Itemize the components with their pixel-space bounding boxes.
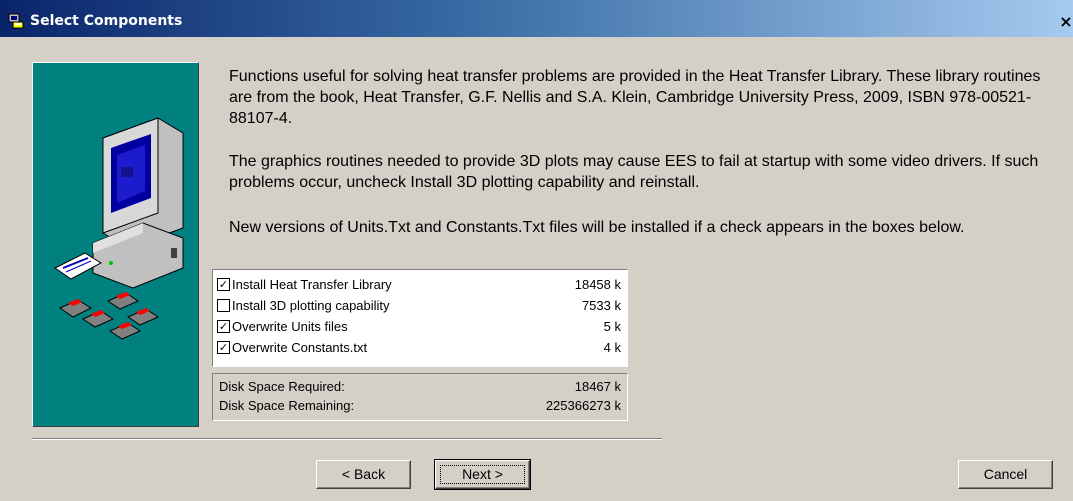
focus-ring (440, 465, 525, 484)
component-size: 18458 k (574, 277, 621, 292)
installer-dialog: Select Components × Functions useful for… (0, 0, 1073, 501)
component-size: 4 k (603, 340, 621, 355)
computer-with-disks-icon (32, 62, 199, 427)
component-label: Install Heat Transfer Library (232, 277, 392, 292)
component-units-files[interactable]: ✓ Overwrite Units files 5 k (217, 316, 621, 337)
disk-space-box: Disk Space Required: 18467 k Disk Space … (212, 373, 628, 421)
component-label: Overwrite Constants.txt (232, 340, 368, 355)
units-files-note: New versions of Units.Txt and Constants.… (229, 219, 965, 236)
disk-remaining-label: Disk Space Remaining: (219, 398, 355, 413)
component-size: 7533 k (581, 298, 621, 313)
back-button-label: < Back (341, 466, 386, 482)
cancel-button[interactable]: Cancel (958, 460, 1053, 489)
window-title: Select Components (30, 13, 183, 29)
component-heat-transfer-library[interactable]: ✓ Install Heat Transfer Library 18458 k (217, 274, 621, 295)
components-list[interactable]: ✓ Install Heat Transfer Library 18458 k … (212, 269, 628, 367)
cancel-button-label: Cancel (983, 466, 1028, 482)
computer-illustration (54, 117, 184, 340)
component-label: Overwrite Units files (232, 319, 348, 334)
disk-remaining-value: 225366273 k (545, 398, 621, 413)
checkbox-heat-transfer-library[interactable]: ✓ (217, 278, 230, 291)
separator (32, 438, 662, 440)
disk-required-label: Disk Space Required: (219, 379, 345, 394)
title-bar[interactable]: Select Components × (0, 0, 1073, 37)
back-button[interactable]: < Back (316, 460, 411, 489)
checkbox-3d-plotting[interactable] (217, 299, 230, 312)
next-button[interactable]: Next > (434, 459, 531, 490)
component-size: 5 k (603, 319, 621, 334)
graphics-warning: The graphics routines needed to provide … (229, 153, 1039, 191)
component-constants-txt[interactable]: ✓ Overwrite Constants.txt 4 k (217, 337, 621, 358)
component-label: Install 3D plotting capability (232, 298, 390, 313)
disk-required-row: Disk Space Required: 18467 k (219, 377, 621, 397)
checkbox-constants-txt[interactable]: ✓ (217, 341, 230, 354)
close-icon[interactable]: × (1059, 13, 1073, 31)
disk-required-value: 18467 k (574, 379, 621, 394)
disk-remaining-row: Disk Space Remaining: 225366273 k (219, 396, 621, 416)
checkbox-units-files[interactable]: ✓ (217, 320, 230, 333)
component-3d-plotting[interactable]: Install 3D plotting capability 7533 k (217, 295, 621, 316)
installer-icon (8, 13, 24, 29)
library-description: Functions useful for solving heat transf… (229, 68, 1041, 127)
